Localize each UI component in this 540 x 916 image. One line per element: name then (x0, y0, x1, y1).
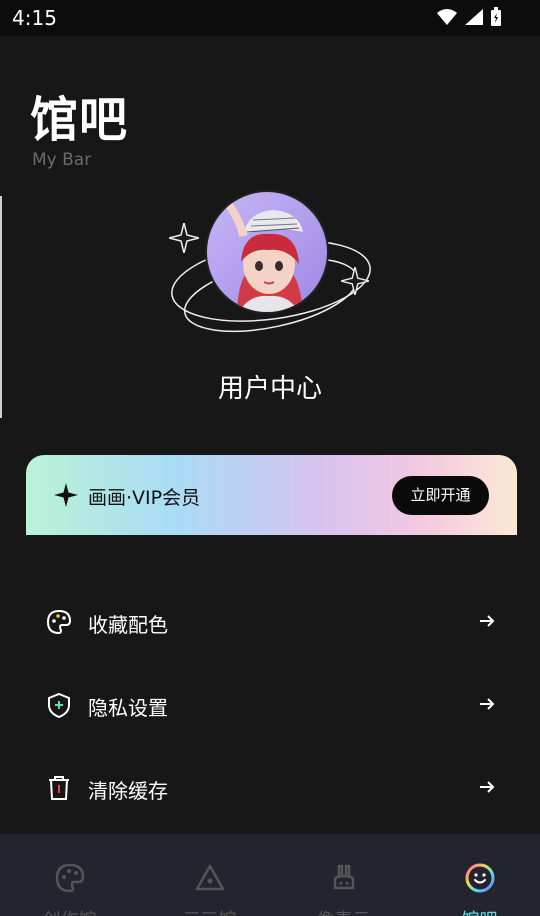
vip-subscribe-button[interactable]: 立即开通 (392, 476, 489, 515)
palette-icon (55, 863, 84, 893)
bottom-tab-bar: 创作馆 三三馆 像素云 馆吧 (0, 834, 540, 916)
arrow-right-icon (480, 781, 495, 793)
signal-icon (465, 9, 483, 25)
avatar[interactable] (205, 190, 329, 314)
page-title: 馆吧 (30, 92, 129, 148)
tab-sansan[interactable]: 三三馆 (142, 834, 277, 916)
trash-icon (49, 776, 69, 800)
tab-label: 像素云 (276, 906, 411, 916)
wifi-icon (437, 9, 457, 25)
tab-label: 馆吧 (412, 906, 540, 916)
battery-icon (491, 7, 501, 26)
status-icons (436, 7, 502, 27)
menu-label: 收藏配色 (88, 613, 168, 637)
user-center-label[interactable]: 用户中心 (0, 368, 540, 405)
avatar-section[interactable] (165, 185, 377, 345)
menu-item-clear-cache[interactable]: 清除缓存 (0, 758, 540, 818)
tab-pixel-cloud[interactable]: 像素云 (276, 834, 411, 916)
status-bar: 4:15 (0, 0, 540, 36)
vip-label: 画画·VIP会员 (88, 487, 201, 509)
menu-label: 隐私设置 (88, 696, 168, 720)
tab-my-bar[interactable]: 馆吧 (412, 834, 540, 916)
sparkle-left-icon (169, 223, 199, 253)
arrow-right-icon (480, 698, 495, 710)
rabbit-icon (333, 864, 354, 890)
menu-item-privacy-settings[interactable]: 隐私设置 (0, 675, 540, 735)
triangle-icon (195, 864, 224, 891)
smile-icon (465, 863, 494, 893)
page-subtitle: My Bar (32, 150, 92, 170)
shield-icon (48, 692, 70, 718)
vip-card[interactable]: 画画·VIP会员 立即开通 (26, 455, 517, 535)
tab-create[interactable]: 创作馆 (2, 834, 137, 916)
tab-label: 创作馆 (2, 906, 137, 916)
sparkle-icon (54, 483, 78, 507)
tab-label: 三三馆 (142, 906, 277, 916)
status-time: 4:15 (12, 6, 57, 30)
sparkle-right-icon (341, 267, 369, 295)
menu-item-favorite-colors[interactable]: 收藏配色 (0, 592, 540, 652)
arrow-right-icon (480, 615, 495, 627)
palette-icon (46, 609, 72, 635)
menu-label: 清除缓存 (88, 779, 168, 803)
